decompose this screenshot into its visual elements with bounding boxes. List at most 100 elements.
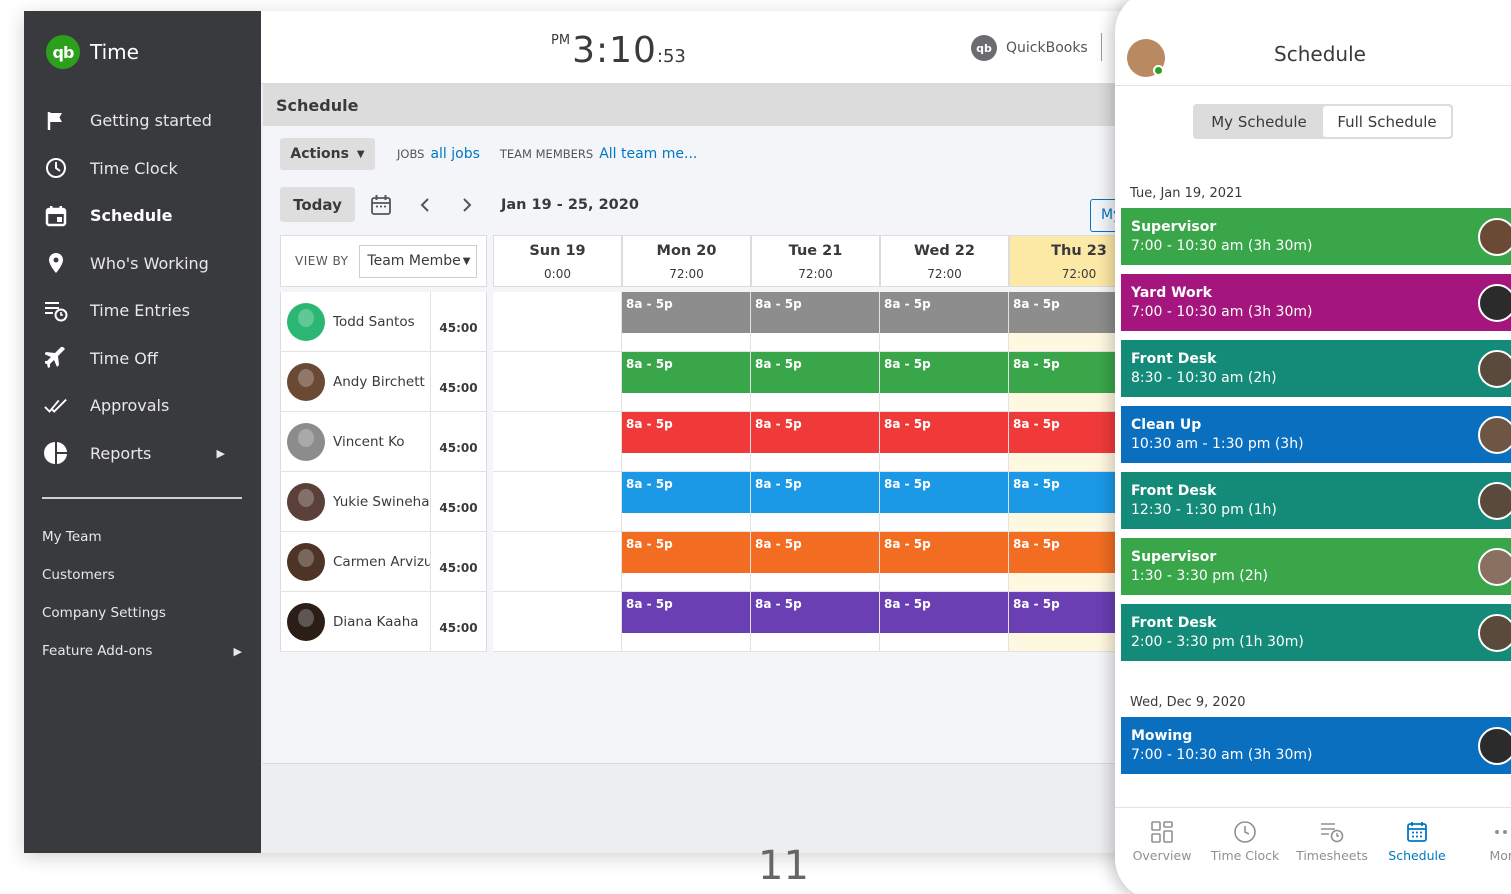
- schedule-cell[interactable]: 8a - 5p: [622, 352, 751, 412]
- schedule-cell[interactable]: 8a - 5p: [880, 532, 1009, 592]
- nav-tab-schedule[interactable]: Schedule: [1372, 818, 1462, 863]
- shift-block[interactable]: 8a - 5p: [880, 472, 1008, 513]
- sidebar-item-reports[interactable]: Reports ▶: [24, 430, 261, 478]
- sidebar-item-schedule[interactable]: Schedule: [24, 192, 261, 240]
- team-member[interactable]: Carmen Arvizu: [280, 532, 433, 592]
- shift-block[interactable]: 8a - 5p: [622, 292, 750, 333]
- shift-card[interactable]: Supervisor 1:30 - 3:30 pm (2h): [1121, 538, 1511, 595]
- shift-block[interactable]: 8a - 5p: [880, 292, 1008, 333]
- sidebar-item-label: Approvals: [90, 396, 170, 416]
- shift-block[interactable]: 8a - 5p: [751, 472, 879, 513]
- shift-card[interactable]: Clean Up 10:30 am - 1:30 pm (3h): [1121, 406, 1511, 463]
- mobile-bottom-nav: Overview Time Clock Timesheets Schedule: [1115, 807, 1511, 894]
- team-member[interactable]: Vincent Ko: [280, 412, 430, 472]
- team-member[interactable]: Yukie Swinehart: [280, 472, 440, 532]
- schedule-cell[interactable]: 8a - 5p: [622, 292, 751, 352]
- sidebar-item-customers[interactable]: Customers: [42, 556, 242, 594]
- table-row: Diana Kaaha 45:00 8a - 5p 8a - 5p 8a - 5p 8a …: [280, 592, 1149, 652]
- schedule-cell[interactable]: [493, 412, 622, 472]
- sidebar-item-time-off[interactable]: Time Off: [24, 335, 261, 383]
- shift-block[interactable]: 8a - 5p: [751, 412, 879, 453]
- app-brand[interactable]: qb Time: [46, 35, 139, 69]
- shift-block[interactable]: 8a - 5p: [880, 592, 1008, 633]
- sidebar-item-label: Time Clock: [90, 158, 178, 178]
- online-status-dot: [1153, 65, 1164, 76]
- shift-card[interactable]: Front Desk 2:00 - 3:30 pm (1h 30m): [1121, 604, 1511, 661]
- shift-block[interactable]: 8a - 5p: [751, 352, 879, 393]
- today-button[interactable]: Today: [280, 187, 355, 222]
- shift-block[interactable]: 8a - 5p: [622, 532, 750, 573]
- sidebar-item-whos-working[interactable]: Who's Working: [24, 240, 261, 288]
- schedule-cell[interactable]: 8a - 5p: [880, 292, 1009, 352]
- shift-block[interactable]: 8a - 5p: [622, 412, 750, 453]
- sidebar-item-time-entries[interactable]: Time Entries: [24, 287, 261, 335]
- nav-tab-overview[interactable]: Overview: [1117, 818, 1207, 863]
- shift-card[interactable]: Supervisor 7:00 - 10:30 am (3h 30m): [1121, 208, 1511, 265]
- date-picker-button[interactable]: [363, 187, 399, 222]
- sidebar-item-time-clock[interactable]: Time Clock: [24, 145, 261, 193]
- schedule-cell[interactable]: [493, 472, 622, 532]
- shift-block[interactable]: 8a - 5p: [622, 472, 750, 513]
- tab-my-schedule[interactable]: My Schedule: [1195, 106, 1323, 137]
- actions-dropdown[interactable]: Actions ▼: [280, 138, 375, 170]
- avatar: [1478, 614, 1511, 652]
- prev-week-button[interactable]: [407, 187, 443, 222]
- quickbooks-label: QuickBooks: [1006, 40, 1088, 56]
- nav-tab-more[interactable]: More: [1460, 818, 1511, 863]
- shift-block[interactable]: 8a - 5p: [751, 292, 879, 333]
- shift-time: 7:00 - 10:30 am (3h 30m): [1131, 238, 1313, 254]
- team-member[interactable]: Andy Birchett: [280, 352, 430, 412]
- schedule-cell[interactable]: 8a - 5p: [880, 352, 1009, 412]
- sidebar-item-my-team[interactable]: My Team: [42, 518, 242, 556]
- sidebar-item-getting-started[interactable]: Getting started: [24, 97, 261, 145]
- schedule-cell[interactable]: 8a - 5p: [751, 472, 880, 532]
- shift-block[interactable]: 8a - 5p: [622, 592, 750, 633]
- shift-block[interactable]: 8a - 5p: [622, 352, 750, 393]
- schedule-cell[interactable]: [493, 592, 622, 652]
- schedule-cell[interactable]: 8a - 5p: [622, 472, 751, 532]
- timesheets-icon: [1287, 818, 1377, 846]
- shift-block[interactable]: 8a - 5p: [880, 412, 1008, 453]
- schedule-cell[interactable]: 8a - 5p: [751, 412, 880, 472]
- schedule-cell[interactable]: 8a - 5p: [880, 412, 1009, 472]
- schedule-cell[interactable]: 8a - 5p: [622, 412, 751, 472]
- nav-tab-timesheets[interactable]: Timesheets: [1287, 818, 1377, 863]
- team-member[interactable]: Diana Kaaha: [280, 592, 430, 652]
- shift-card[interactable]: Mowing 7:00 - 10:30 am (3h 30m): [1121, 717, 1511, 774]
- shift-card[interactable]: Front Desk 12:30 - 1:30 pm (1h): [1121, 472, 1511, 529]
- shift-card[interactable]: Yard Work 7:00 - 10:30 am (3h 30m): [1121, 274, 1511, 331]
- view-by-select[interactable]: Team Membe ▼: [359, 244, 478, 278]
- schedule-date-heading: Tue, Jan 19, 2021: [1130, 186, 1243, 201]
- shift-block[interactable]: 8a - 5p: [751, 592, 879, 633]
- schedule-cell[interactable]: 8a - 5p: [622, 592, 751, 652]
- jobs-filter[interactable]: all jobs: [430, 146, 479, 162]
- team-member-name: Carmen Arvizu: [333, 553, 433, 570]
- schedule-cell[interactable]: 8a - 5p: [751, 352, 880, 412]
- shift-block[interactable]: 8a - 5p: [880, 532, 1008, 573]
- schedule-cell[interactable]: 8a - 5p: [880, 472, 1009, 532]
- sidebar-item-company-settings[interactable]: Company Settings: [42, 594, 242, 632]
- shift-block[interactable]: 8a - 5p: [880, 352, 1008, 393]
- sidebar-item-label: My Team: [42, 529, 102, 545]
- shift-block[interactable]: 8a - 5p: [751, 532, 879, 573]
- shift-card[interactable]: Front Desk 8:30 - 10:30 am (2h): [1121, 340, 1511, 397]
- schedule-cell[interactable]: [493, 292, 622, 352]
- sidebar-item-label: Company Settings: [42, 605, 166, 621]
- schedule-cell[interactable]: [493, 352, 622, 412]
- schedule-cell[interactable]: 8a - 5p: [622, 532, 751, 592]
- team-member[interactable]: Todd Santos: [280, 292, 430, 352]
- next-week-button[interactable]: [449, 187, 485, 222]
- team-filter[interactable]: All team me...: [599, 146, 697, 162]
- schedule-cell[interactable]: [493, 532, 622, 592]
- sidebar-item-feature-add-ons[interactable]: Feature Add-ons ▶: [42, 632, 242, 670]
- sidebar-item-approvals[interactable]: Approvals: [24, 382, 261, 430]
- nav-tab-time-clock[interactable]: Time Clock: [1200, 818, 1290, 863]
- schedule-cell[interactable]: 8a - 5p: [751, 532, 880, 592]
- schedule-cell[interactable]: 8a - 5p: [751, 292, 880, 352]
- schedule-cell[interactable]: 8a - 5p: [880, 592, 1009, 652]
- sidebar-divider: [42, 497, 242, 499]
- tab-full-schedule[interactable]: Full Schedule: [1323, 106, 1451, 137]
- avatar: [287, 302, 325, 341]
- quickbooks-link[interactable]: qb QuickBooks: [971, 35, 1088, 61]
- schedule-cell[interactable]: 8a - 5p: [751, 592, 880, 652]
